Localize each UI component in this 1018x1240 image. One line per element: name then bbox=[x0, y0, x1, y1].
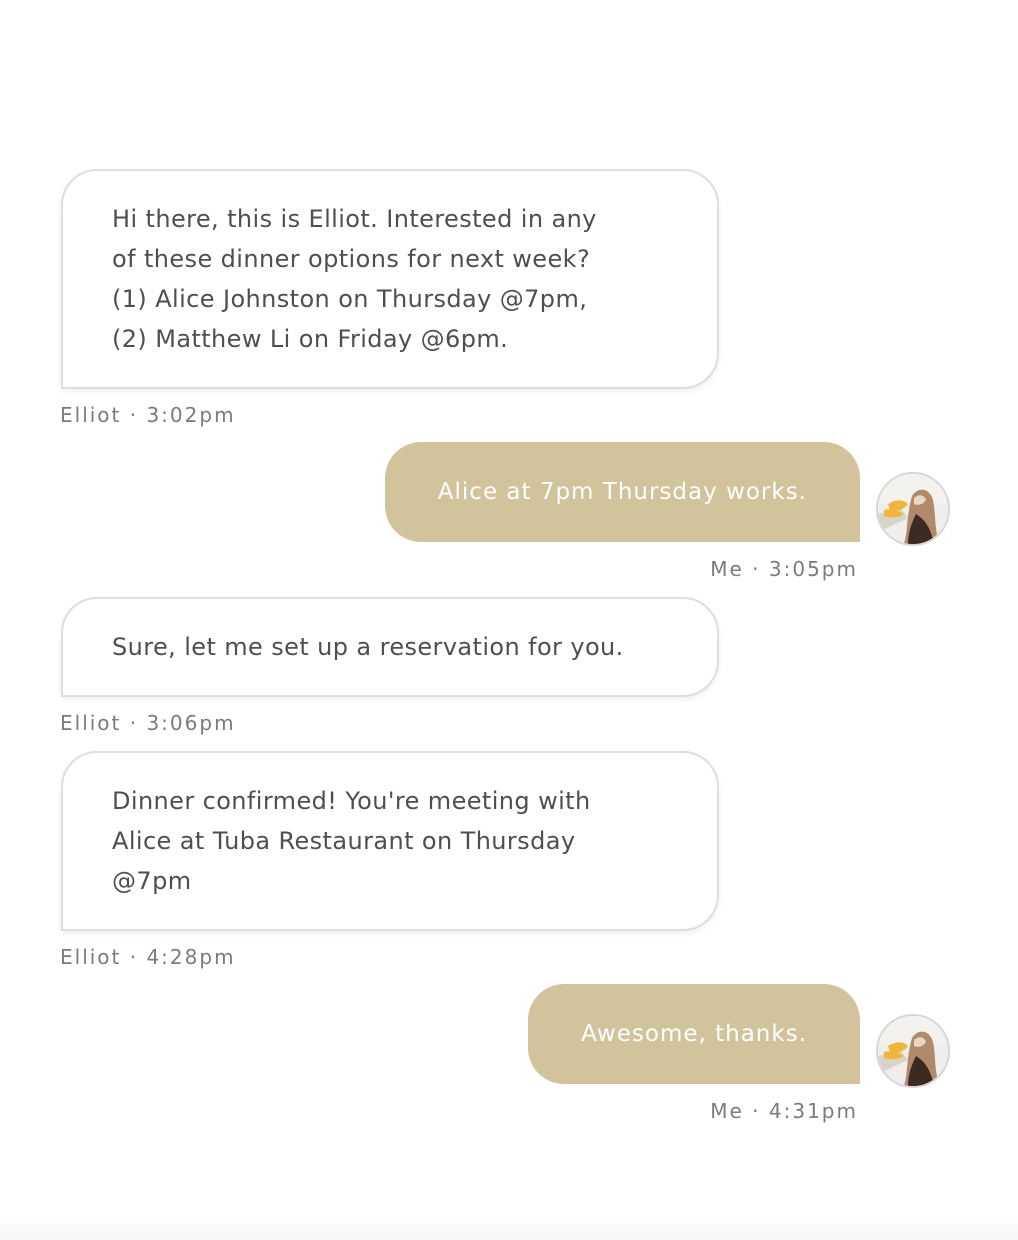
message-meta: Me · 3:05pm bbox=[710, 557, 858, 581]
message-text: Sure, let me set up a reservation for yo… bbox=[112, 633, 624, 661]
chat-thread: Hi there, this is Elliot. Interested in … bbox=[0, 0, 1018, 1240]
message-meta: Elliot · 3:06pm bbox=[60, 711, 236, 735]
message-text: Awesome, thanks. bbox=[581, 1021, 807, 1047]
avatar-photo-icon bbox=[878, 1016, 948, 1086]
avatar-photo-icon bbox=[878, 474, 948, 544]
outgoing-message-bubble[interactable]: Alice at 7pm Thursday works. bbox=[384, 442, 860, 542]
incoming-message-bubble[interactable]: Dinner confirmed! You're meeting with Al… bbox=[61, 751, 719, 931]
message-text: Dinner confirmed! You're meeting with Al… bbox=[112, 787, 591, 895]
message-meta: Elliot · 4:28pm bbox=[60, 945, 236, 969]
incoming-message-bubble[interactable]: Hi there, this is Elliot. Interested in … bbox=[61, 169, 719, 389]
message-meta: Elliot · 3:02pm bbox=[60, 403, 236, 427]
outgoing-message-bubble[interactable]: Awesome, thanks. bbox=[528, 984, 860, 1084]
message-text: Hi there, this is Elliot. Interested in … bbox=[112, 205, 597, 353]
bottom-divider bbox=[0, 1214, 1018, 1240]
user-avatar[interactable] bbox=[876, 1014, 950, 1088]
message-text: Alice at 7pm Thursday works. bbox=[437, 479, 807, 505]
incoming-message-bubble[interactable]: Sure, let me set up a reservation for yo… bbox=[61, 597, 719, 697]
message-meta: Me · 4:31pm bbox=[710, 1099, 858, 1123]
user-avatar[interactable] bbox=[876, 472, 950, 546]
